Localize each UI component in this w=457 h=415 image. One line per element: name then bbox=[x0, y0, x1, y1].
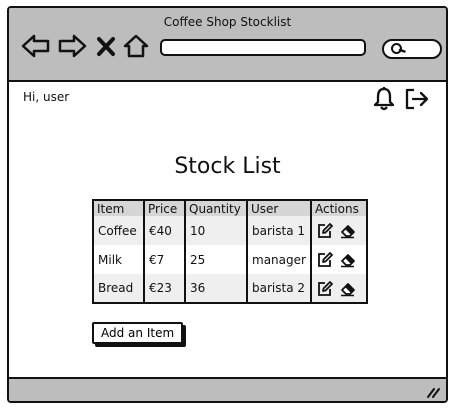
cell-user: barista 1 bbox=[246, 216, 312, 245]
eraser-icon[interactable] bbox=[339, 280, 356, 297]
cell-item: Coffee bbox=[92, 216, 145, 245]
cell-item: Bread bbox=[92, 274, 145, 303]
table-row: Coffee €40 10 barista 1 bbox=[92, 216, 368, 245]
cell-price: €40 bbox=[143, 216, 186, 245]
resize-grip-icon[interactable] bbox=[426, 386, 440, 398]
search-icon bbox=[391, 43, 406, 54]
bell-icon[interactable] bbox=[372, 86, 396, 112]
cell-actions bbox=[310, 216, 368, 245]
column-header-quantity: Quantity bbox=[184, 200, 248, 216]
cell-price: €7 bbox=[143, 245, 186, 274]
cell-actions bbox=[310, 274, 368, 303]
table-row: Bread €23 36 barista 2 bbox=[92, 274, 368, 303]
window-title: Coffee Shop Stocklist bbox=[163, 15, 292, 29]
close-icon[interactable] bbox=[95, 33, 117, 59]
stock-table: Item Price Quantity User Actions Coffee … bbox=[92, 199, 368, 304]
cell-quantity: 36 bbox=[184, 274, 248, 303]
column-header-price: Price bbox=[143, 200, 186, 216]
back-arrow-icon[interactable] bbox=[21, 33, 51, 59]
home-icon[interactable] bbox=[123, 33, 149, 59]
add-item-button[interactable]: Add an Item bbox=[92, 322, 184, 344]
forward-arrow-icon[interactable] bbox=[57, 33, 87, 59]
column-header-actions: Actions bbox=[310, 200, 368, 216]
edit-icon[interactable] bbox=[316, 251, 333, 268]
cell-quantity: 25 bbox=[184, 245, 248, 274]
eraser-icon[interactable] bbox=[339, 222, 356, 239]
cell-quantity: 10 bbox=[184, 216, 248, 245]
page-title: Stock List bbox=[174, 154, 281, 179]
browser-search-box[interactable] bbox=[382, 39, 442, 59]
logout-icon[interactable] bbox=[404, 86, 430, 112]
cell-user: manager bbox=[246, 245, 312, 274]
table-header-row: Item Price Quantity User Actions bbox=[92, 200, 368, 216]
cell-price: €23 bbox=[143, 274, 186, 303]
address-bar[interactable] bbox=[160, 39, 366, 56]
user-greeting: Hi, user bbox=[23, 90, 70, 104]
table-row: Milk €7 25 manager bbox=[92, 245, 368, 274]
edit-icon[interactable] bbox=[316, 280, 333, 297]
edit-icon[interactable] bbox=[316, 222, 333, 239]
column-header-user: User bbox=[246, 200, 312, 216]
column-header-item: Item bbox=[92, 200, 145, 216]
eraser-icon[interactable] bbox=[339, 251, 356, 268]
cell-item: Milk bbox=[92, 245, 145, 274]
status-bar bbox=[9, 377, 446, 401]
cell-user: barista 2 bbox=[246, 274, 312, 303]
cell-actions bbox=[310, 245, 368, 274]
browser-window: Coffee Shop Stocklist Hi, user Stock Lis… bbox=[7, 6, 448, 403]
browser-chrome: Coffee Shop Stocklist bbox=[9, 8, 446, 82]
